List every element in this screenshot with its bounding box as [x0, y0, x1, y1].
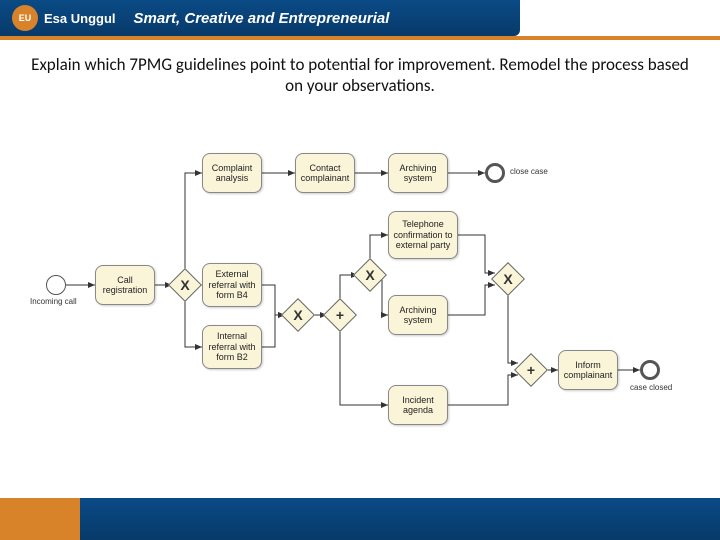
end-event-2 [640, 360, 660, 380]
end-event-2-label: case closed [630, 383, 672, 392]
task-inform-complainant: Inform complainant [558, 350, 618, 390]
gateway-xor-1: X [168, 268, 202, 302]
logo-icon: EU [12, 5, 38, 31]
task-contact-complainant: Contact complainant [295, 153, 355, 193]
gateway-xor-label: X [359, 264, 381, 286]
gateway-xor-3: X [353, 258, 387, 292]
gateway-and-label: + [520, 359, 542, 381]
gateway-xor-label: X [287, 304, 309, 326]
task-call-registration: Call registration [95, 265, 155, 305]
header: EU Esa Unggul Smart, Creative and Entrep… [0, 0, 720, 40]
header-bar: EU Esa Unggul Smart, Creative and Entrep… [0, 0, 520, 36]
gateway-xor-label: X [174, 274, 196, 296]
gateway-xor-4: X [491, 262, 525, 296]
end-event-1-label: close case [510, 167, 548, 176]
footer-bar [80, 498, 720, 540]
task-internal-referral: Internal referral with form B2 [202, 325, 262, 369]
task-archiving-1: Archiving system [388, 153, 448, 193]
task-external-referral: External referral with form B4 [202, 263, 262, 307]
end-event-1 [485, 163, 505, 183]
task-incident-agenda: Incident agenda [388, 385, 448, 425]
footer [0, 498, 720, 540]
tagline-text: Smart, Creative and Entrepreneurial [134, 10, 390, 27]
bpmn-diagram: Incoming call Call registration Complain… [40, 125, 680, 465]
footer-accent [0, 498, 80, 540]
gateway-xor-label: X [497, 268, 519, 290]
instruction-text: Explain which 7PMG guidelines point to p… [0, 40, 720, 105]
gateway-and-1: + [323, 298, 357, 332]
gateway-and-label: + [329, 304, 351, 326]
start-event-label: Incoming call [30, 297, 85, 306]
start-event [46, 275, 66, 295]
brand-text: Esa Unggul [44, 11, 116, 26]
task-telephone-confirmation: Telephone confirmation to external party [388, 211, 458, 259]
gateway-xor-2: X [281, 298, 315, 332]
gateway-and-2: + [514, 353, 548, 387]
task-complaint-analysis: Complaint analysis [202, 153, 262, 193]
task-archiving-2: Archiving system [388, 295, 448, 335]
